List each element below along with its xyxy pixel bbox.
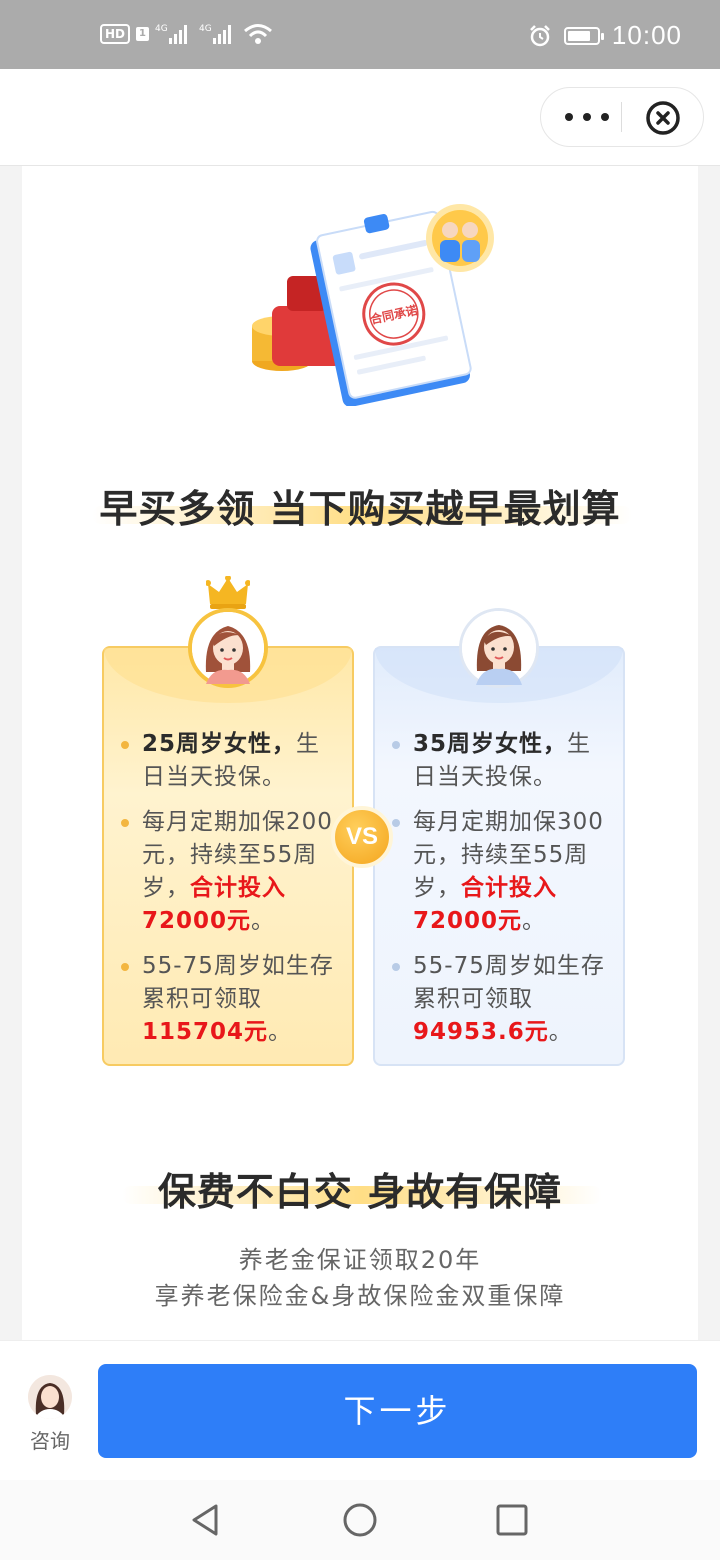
bullet-dot xyxy=(121,963,129,971)
section2-line1: 养老金保证领取20年 xyxy=(238,1246,482,1274)
main-content[interactable]: 合同承诺 早买多领 当下购买越早最划算 25周岁女性，生日当天投保。 每月定期加… xyxy=(22,166,698,1340)
more-dots-icon[interactable] xyxy=(565,104,609,130)
recents-square-icon[interactable] xyxy=(492,1500,532,1540)
next-step-button[interactable]: 下一步 xyxy=(98,1364,697,1458)
top-bar xyxy=(0,69,720,166)
capsule-divider xyxy=(621,102,622,132)
bullet-dot xyxy=(121,819,129,827)
bullet-text: 55-75周岁如生存累积可领取 xyxy=(413,953,605,1012)
card-bullets: 35周岁女性，生日当天投保。 每月定期加保300元，持续至55周岁，合计投入72… xyxy=(392,728,608,1061)
family-badge-icon xyxy=(426,204,494,272)
contract-illustration: 合同承诺 xyxy=(252,204,494,406)
avatar-young-woman xyxy=(188,608,268,688)
section2-title: 保费不白交 身故有保障 xyxy=(157,1170,563,1214)
status-bar: HD 1 4G 4G 10:00 xyxy=(0,0,720,69)
close-circle-icon[interactable] xyxy=(645,100,681,136)
consult-label: 咨询 xyxy=(30,1429,70,1453)
bullet-item: 55-75周岁如生存累积可领取 94953.6元。 xyxy=(392,950,608,1049)
bullet-item: 55-75周岁如生存累积可领取 115704元。 xyxy=(121,950,337,1049)
consult-avatar xyxy=(28,1375,72,1419)
vs-badge: VS xyxy=(331,806,393,868)
bullet-dot xyxy=(392,819,400,827)
status-time: 10:00 xyxy=(611,20,682,50)
bullet-dot xyxy=(392,963,400,971)
bullet-dot xyxy=(392,741,400,749)
system-nav-bar xyxy=(0,1480,720,1560)
bullet-strong: 25周岁女性， xyxy=(142,731,297,757)
consult-button[interactable]: 咨询 xyxy=(26,1375,74,1454)
card-bullets: 25周岁女性，生日当天投保。 每月定期加保200元，持续至55周岁，合计投入72… xyxy=(121,728,337,1061)
battery-level xyxy=(567,30,591,41)
bullet-strong: 35周岁女性， xyxy=(413,731,568,757)
agent-avatar-icon xyxy=(28,1375,72,1419)
battery-icon xyxy=(563,26,604,45)
bullet-item: 25周岁女性，生日当天投保。 xyxy=(121,728,337,794)
compare-card-right: 35周岁女性，生日当天投保。 每月定期加保300元，持续至55周岁，合计投入72… xyxy=(373,646,625,1066)
woman-avatar-icon xyxy=(192,612,264,684)
bullet-text: 。 xyxy=(522,908,547,934)
mini-program-capsule xyxy=(540,87,704,147)
bullet-dot xyxy=(121,741,129,749)
home-circle-icon[interactable] xyxy=(340,1500,380,1540)
bullet-highlight: 115704元 xyxy=(142,1019,269,1045)
avatar-older-woman xyxy=(459,608,539,688)
bottom-action-bar: 咨询 下一步 xyxy=(0,1340,720,1481)
hd-badge: HD xyxy=(100,24,131,44)
woman-avatar-icon xyxy=(462,611,536,685)
status-left: HD 1 4G 4G xyxy=(100,22,273,46)
signal-icon: 4G xyxy=(155,24,187,44)
section1-title: 早买多领 当下购买越早最划算 xyxy=(99,487,621,531)
compare-card-left: 25周岁女性，生日当天投保。 每月定期加保200元，持续至55周岁，合计投入72… xyxy=(102,646,354,1066)
signal-icon-2: 4G xyxy=(199,24,231,44)
bullet-text: 。 xyxy=(251,908,276,934)
status-right: 10:00 xyxy=(528,20,682,51)
alarm-icon xyxy=(530,24,550,46)
bullet-item: 35周岁女性，生日当天投保。 xyxy=(392,728,608,794)
sim-badge: 1 xyxy=(136,27,149,41)
wifi-icon xyxy=(244,24,272,44)
bullet-text: 。 xyxy=(268,1019,293,1045)
bullet-item: 每月定期加保200元，持续至55周岁，合计投入72000元。 xyxy=(121,806,337,938)
bullet-highlight: 94953.6元 xyxy=(413,1019,549,1045)
bullet-text: 。 xyxy=(548,1019,573,1045)
bullet-item: 每月定期加保300元，持续至55周岁，合计投入72000元。 xyxy=(392,806,608,938)
back-triangle-icon[interactable] xyxy=(186,1500,226,1540)
network-label-1: 4G xyxy=(155,24,168,34)
crown-icon xyxy=(206,576,250,609)
section2-line2: 享养老保险金&身故保险金双重保障 xyxy=(154,1282,566,1310)
network-label-2: 4G xyxy=(199,24,212,34)
bullet-text: 55-75周岁如生存累积可领取 xyxy=(142,953,334,1012)
